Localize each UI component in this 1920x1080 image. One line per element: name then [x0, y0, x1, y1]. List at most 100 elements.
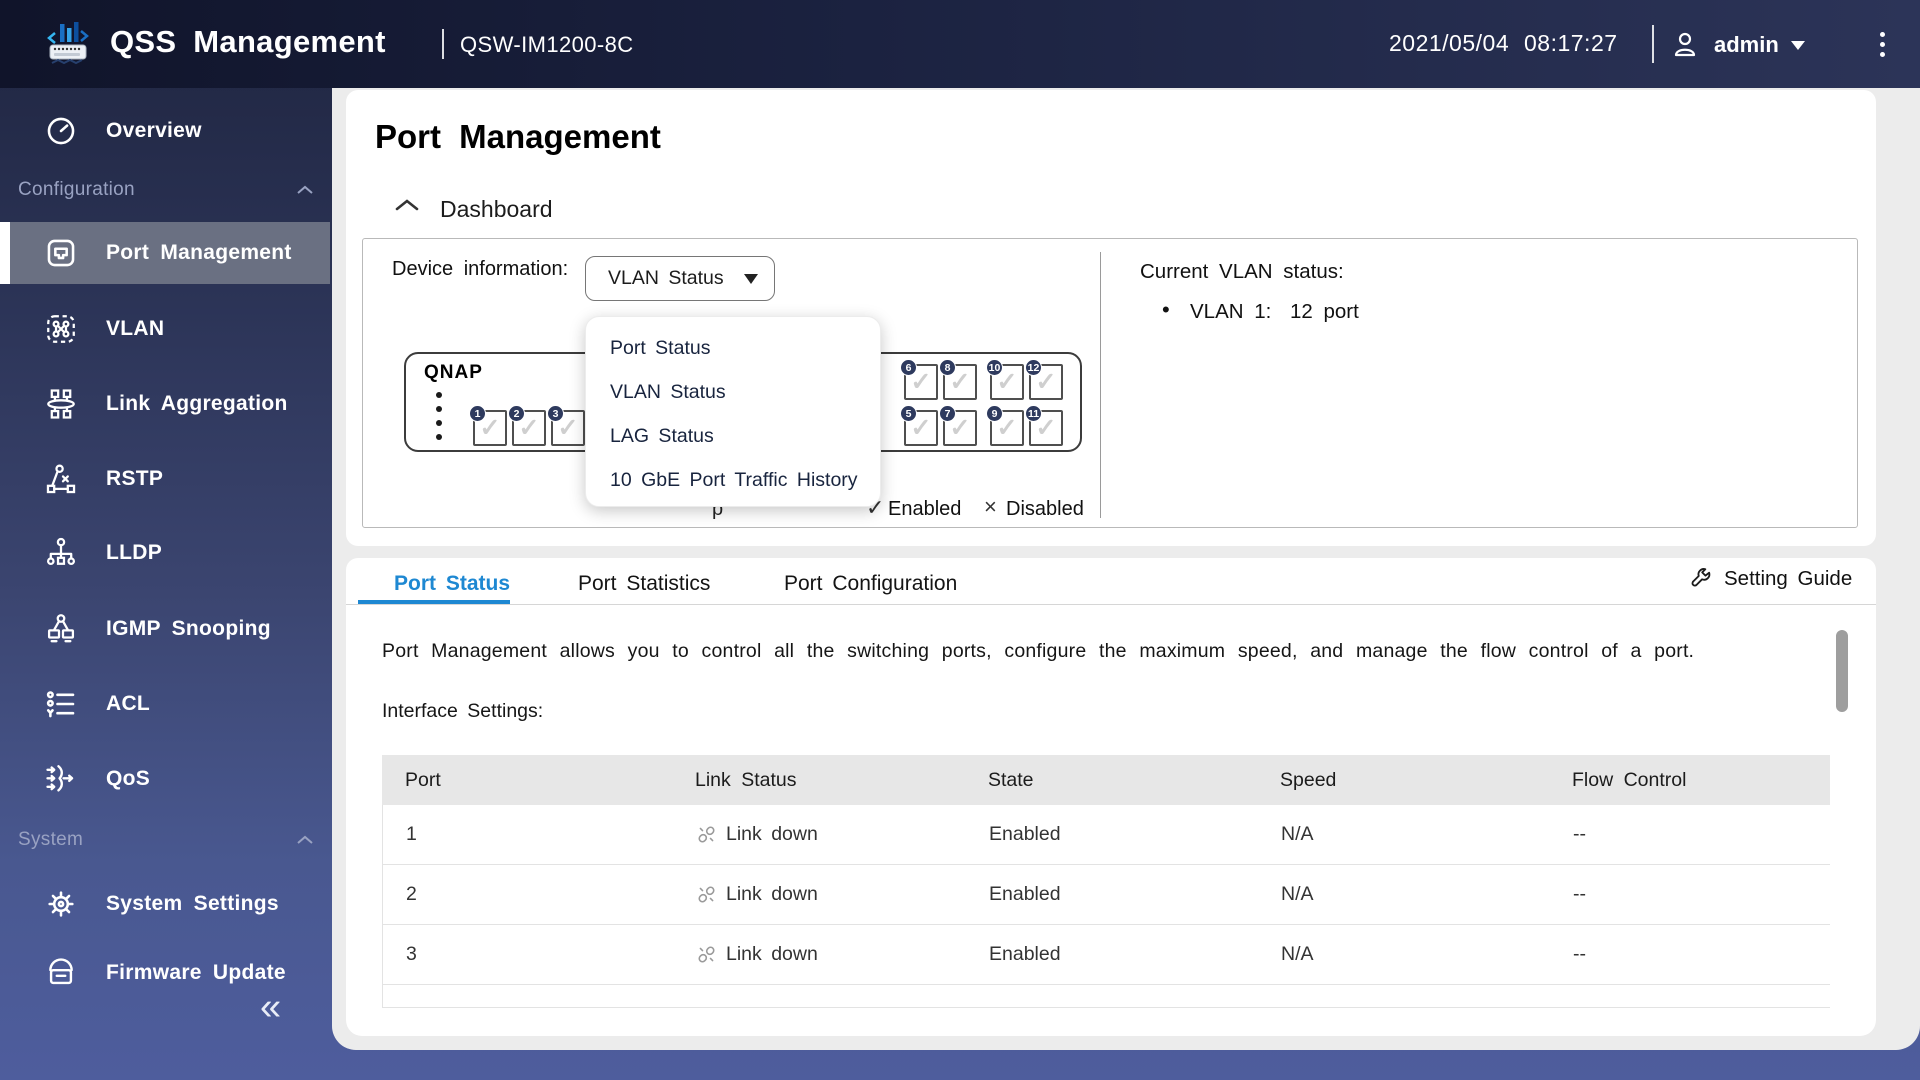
- tab-row-border: [346, 604, 1876, 605]
- led-dot: [436, 392, 442, 398]
- link-aggregation-icon: [47, 389, 75, 419]
- chevron-up-icon: [297, 185, 313, 194]
- gear-icon: [48, 891, 74, 917]
- dropdown-option-port-status[interactable]: Port Status: [586, 326, 880, 370]
- setting-guide-label: Setting Guide: [1724, 567, 1853, 590]
- ethernet-port-icon: [47, 239, 75, 267]
- title-divider: [442, 29, 444, 59]
- cell-speed: N/A: [1281, 943, 1314, 965]
- column-header-flow-control: Flow Control: [1572, 768, 1687, 791]
- cell-speed: N/A: [1281, 823, 1314, 845]
- chevron-up-icon: [395, 199, 419, 211]
- sidebar-item-igmp-snooping[interactable]: IGMP Snooping: [0, 598, 330, 660]
- vlan-port-count: 12 port: [1290, 300, 1359, 323]
- user-divider: [1652, 25, 1654, 63]
- sidebar-item-link-aggregation[interactable]: Link Aggregation: [0, 373, 330, 435]
- lldp-icon: [46, 537, 76, 566]
- more-options-button[interactable]: [1876, 28, 1889, 61]
- switch-port: 6 ✓: [900, 359, 938, 400]
- switch-port: 12 ✓: [1025, 359, 1063, 400]
- cell-state: Enabled: [989, 883, 1061, 905]
- sidebar-item-overview[interactable]: Overview: [0, 100, 330, 162]
- gauge-icon: [47, 117, 75, 145]
- cell-flow-control: --: [1573, 883, 1586, 905]
- rstp-icon: [46, 464, 76, 494]
- interface-settings-label: Interface Settings:: [382, 700, 544, 722]
- dashboard-section-title: Dashboard: [440, 196, 553, 222]
- dashboard-divider: [1100, 252, 1101, 518]
- tab-port-status[interactable]: Port Status: [394, 572, 510, 596]
- device-information-dropdown-menu: Port Status VLAN Status LAG Status 10 Gb…: [585, 316, 881, 507]
- sidebar-section-system[interactable]: System: [0, 826, 330, 854]
- user-caret-icon: [1790, 40, 1805, 50]
- vertical-scrollbar-thumb[interactable]: [1836, 630, 1848, 712]
- chevron-up-icon: [297, 835, 313, 844]
- tab-port-statistics[interactable]: Port Statistics: [578, 572, 710, 596]
- sidebar-item-rstp[interactable]: RSTP: [0, 448, 330, 510]
- column-header-speed: Speed: [1280, 768, 1337, 791]
- column-header-link-status: Link Status: [695, 768, 797, 791]
- sidebar: Overview Configuration Port Management V…: [0, 88, 330, 990]
- switch-port: 10 ✓: [986, 359, 1024, 400]
- sidebar-item-port-management[interactable]: Port Management: [0, 222, 330, 284]
- cell-state: Enabled: [989, 823, 1061, 845]
- led-dot: [436, 406, 442, 412]
- port-management-description: Port Management allows you to control al…: [382, 640, 1695, 662]
- setting-guide-button[interactable]: Setting Guide: [1688, 566, 1852, 592]
- sidebar-item-system-settings[interactable]: System Settings: [0, 873, 330, 935]
- sidebar-section-configuration[interactable]: Configuration: [0, 176, 330, 204]
- table-body: 1 Link down Enabled N/A -- 2 Link down E…: [382, 805, 1830, 1008]
- wrench-icon: [1691, 568, 1711, 587]
- dropdown-option-10gbe-traffic-history[interactable]: 10 GbE Port Traffic History: [586, 458, 880, 502]
- led-dot: [436, 420, 442, 426]
- link-down-icon: [698, 946, 715, 963]
- cell-flow-control: --: [1573, 943, 1586, 965]
- user-menu[interactable]: admin: [1668, 22, 1838, 68]
- table-row-partial: [383, 985, 1830, 1008]
- sidebar-item-vlan[interactable]: VLAN: [0, 298, 330, 360]
- sidebar-item-qos[interactable]: QoS: [0, 748, 330, 810]
- disabled-legend-label: Disabled: [1006, 498, 1084, 520]
- select-value: VLAN Status: [608, 267, 724, 289]
- select-caret-icon: [744, 273, 758, 284]
- sidebar-item-lldp[interactable]: LLDP: [0, 522, 330, 584]
- cell-link-status: Link down: [673, 823, 966, 846]
- table-header: Port Link Status State Speed Flow Contro…: [382, 755, 1830, 805]
- sidebar-item-acl[interactable]: ACL: [0, 673, 330, 735]
- table-row: 3 Link down Enabled N/A --: [383, 925, 1830, 985]
- column-header-port: Port: [405, 768, 441, 791]
- username: admin: [1714, 32, 1779, 57]
- enabled-legend-label: Enabled: [888, 498, 962, 520]
- cell-port: 1: [406, 823, 417, 845]
- switch-brand-logo: QNAP: [424, 362, 483, 383]
- device-information-label: Device information:: [392, 258, 569, 280]
- switch-port: 7 ✓: [939, 405, 977, 446]
- datetime-display: 2021/05/04 08:17:27: [1389, 30, 1618, 56]
- switch-port: 9 ✓: [986, 405, 1024, 446]
- dropdown-option-vlan-status[interactable]: VLAN Status: [586, 370, 880, 414]
- sidebar-item-firmware-update[interactable]: Firmware Update: [0, 942, 330, 990]
- igmp-snooping-icon: [47, 614, 75, 643]
- qss-management-screen: QSS Management QSW-IM1200-8C 2021/05/04 …: [0, 0, 1920, 1080]
- cell-port: 3: [406, 943, 417, 965]
- device-model: QSW-IM1200-8C: [460, 32, 634, 57]
- vlan-icon: [47, 315, 75, 343]
- switch-port: 3 ✓: [547, 405, 585, 446]
- cell-link-status: Link down: [673, 883, 966, 906]
- switch-port: 11 ✓: [1025, 405, 1063, 446]
- dropdown-option-lag-status[interactable]: LAG Status: [586, 414, 880, 458]
- table-row: 1 Link down Enabled N/A --: [383, 805, 1830, 865]
- dashboard-collapse-button[interactable]: [394, 198, 424, 220]
- device-information-select[interactable]: VLAN Status: [585, 256, 775, 301]
- top-bar: QSS Management QSW-IM1200-8C 2021/05/04 …: [0, 0, 1920, 88]
- acl-icon: [46, 691, 75, 718]
- bullet: •: [1162, 297, 1170, 322]
- cell-flow-control: --: [1573, 823, 1586, 845]
- tab-port-configuration[interactable]: Port Configuration: [784, 572, 957, 596]
- current-vlan-status-heading: Current VLAN status:: [1140, 260, 1344, 283]
- qos-icon: [46, 765, 74, 792]
- sidebar-collapse-button[interactable]: «: [260, 988, 281, 1026]
- qss-logo-icon: [47, 22, 89, 65]
- cell-state: Enabled: [989, 943, 1061, 965]
- switch-port: 1 ✓: [469, 405, 507, 446]
